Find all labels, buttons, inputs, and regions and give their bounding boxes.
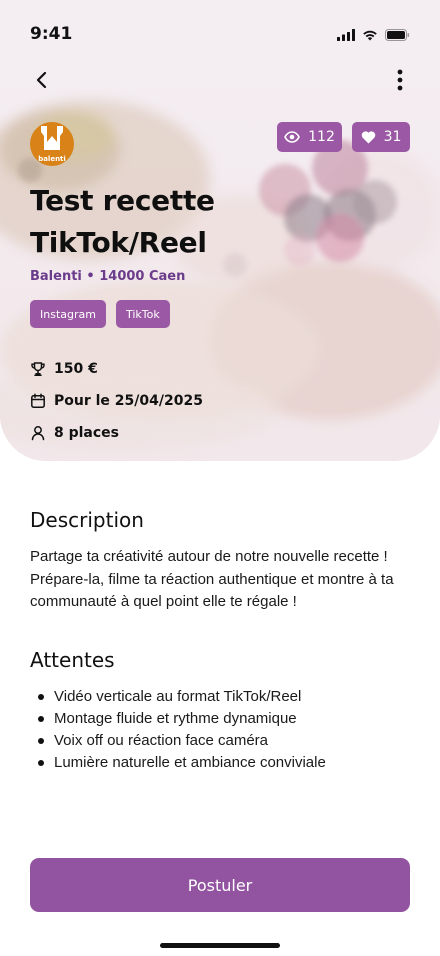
chevron-left-icon [36, 71, 47, 89]
hero-banner: 9:41 balenti 112 31 Test recette TikTok/… [0, 0, 440, 461]
expectation-text: Voix off ou réaction face caméra [54, 732, 269, 749]
expectations-heading: Attentes [30, 648, 115, 672]
brand-logo[interactable]: balenti [30, 122, 74, 166]
more-vertical-icon [397, 69, 403, 91]
screen: 9:41 balenti 112 31 Test recette TikTok/… [0, 0, 440, 956]
platform-tags: Instagram TikTok [30, 300, 170, 328]
user-icon [31, 426, 45, 441]
campaign-title-line-2: TikTok/Reel [30, 226, 207, 259]
bullet-icon [38, 738, 44, 744]
expectation-item: Voix off ou réaction face caméra [30, 730, 410, 752]
reward-amount: 150 € [54, 361, 98, 377]
signal-icon [337, 29, 355, 41]
deadline-date: Pour le 25/04/2025 [54, 393, 203, 409]
campaign-title: Test recette TikTok/Reel [30, 180, 350, 264]
expectation-text: Vidéo verticale au format TikTok/Reel [54, 688, 302, 705]
more-options-button[interactable] [388, 66, 412, 94]
likes-badge[interactable]: 31 [352, 122, 410, 152]
campaign-title-line-1: Test recette [30, 184, 215, 217]
bullet-icon [38, 760, 44, 766]
home-indicator [160, 943, 280, 948]
views-count: 112 [308, 129, 335, 145]
likes-count: 31 [383, 129, 402, 145]
tag-instagram: Instagram [30, 300, 106, 328]
places-row: 8 places [30, 425, 119, 441]
description-heading: Description [30, 508, 144, 532]
heart-icon [361, 130, 375, 143]
expectation-item: Vidéo verticale au format TikTok/Reel [30, 686, 410, 708]
bullet-icon [38, 716, 44, 722]
views-badge: 112 [277, 122, 342, 152]
expectation-item: Montage fluide et rythme dynamique [30, 708, 410, 730]
tag-tiktok: TikTok [115, 300, 170, 328]
date-row: Pour le 25/04/2025 [30, 393, 203, 409]
back-button[interactable] [28, 66, 56, 94]
reward-row: 150 € [30, 361, 98, 377]
eye-icon [284, 131, 301, 143]
expectation-item: Lumière naturelle et ambiance conviviale [30, 752, 410, 774]
status-time: 9:41 [30, 24, 73, 44]
status-bar: 9:41 [0, 0, 440, 72]
bullet-icon [38, 694, 44, 700]
expectation-text: Lumière naturelle et ambiance conviviale [54, 754, 326, 771]
expectations-list: Vidéo verticale au format TikTok/Reel Mo… [30, 686, 410, 774]
wifi-icon [363, 30, 377, 41]
brand-logo-text: balenti [38, 155, 66, 163]
apply-button[interactable]: Postuler [30, 858, 410, 912]
calendar-icon [31, 393, 45, 408]
expectation-text: Montage fluide et rythme dynamique [54, 710, 297, 727]
places-count: 8 places [54, 425, 120, 441]
trophy-icon [31, 362, 45, 377]
campaign-meta: Balenti • 14000 Caen [30, 269, 186, 284]
status-icons [337, 27, 410, 43]
description-text: Partage ta créativité autour de notre no… [30, 548, 394, 610]
battery-icon [385, 29, 410, 41]
